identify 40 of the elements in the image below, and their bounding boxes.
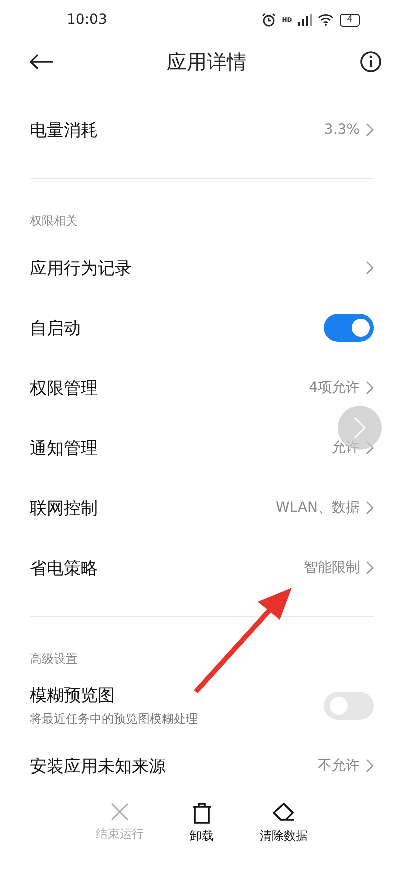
wifi-icon (318, 14, 334, 26)
row-value[interactable]: 智能限制 (304, 559, 360, 577)
row-label: 权限管理 (30, 378, 98, 400)
row-label: 安装应用未知来源 (30, 756, 166, 778)
chevron-icon (366, 501, 374, 515)
row-label: 电量消耗 (30, 120, 98, 142)
chevron-icon (366, 381, 374, 395)
toggle-switch[interactable] (324, 692, 374, 720)
chevron-icon (366, 561, 374, 575)
row-description: 将最近任务中的预览图模糊处理 (30, 711, 198, 728)
close-icon (110, 802, 130, 822)
signal-icon (298, 14, 312, 26)
info-icon[interactable] (360, 51, 382, 73)
action-button[interactable]: 卸载 (190, 802, 214, 845)
row-label: 自启动 (30, 318, 81, 340)
trash-icon (192, 802, 212, 824)
row-label: 通知管理 (30, 438, 98, 460)
row-value[interactable]: 4项允许 (309, 379, 360, 397)
alarm-icon (262, 13, 276, 27)
row-label: 模糊预览图 (30, 685, 116, 707)
eraser-icon (272, 802, 296, 824)
section-header: 高级设置 (29, 651, 79, 668)
chevron-icon (366, 759, 374, 773)
row-label: 联网控制 (30, 498, 98, 520)
status-time: 10:03 (67, 12, 108, 28)
row-value[interactable]: WLAN、数据 (276, 499, 360, 517)
toggle-switch[interactable] (324, 314, 374, 342)
battery-level: 4 (340, 14, 360, 26)
chevron-icon (354, 417, 366, 439)
row-value[interactable]: 不允许 (318, 757, 360, 775)
section-header: 权限相关 (29, 213, 79, 230)
action-button[interactable]: 清除数据 (260, 802, 308, 845)
row-label: 应用行为记录 (30, 258, 132, 280)
page-title: 应用详情 (167, 48, 247, 76)
row-label: 省电策略 (30, 558, 98, 580)
back-arrow-icon[interactable] (30, 54, 54, 70)
row-value[interactable]: 3.3% (324, 122, 360, 138)
row-value[interactable]: 允许 (332, 439, 360, 457)
chevron-icon (366, 261, 374, 275)
chevron-icon (366, 123, 374, 137)
